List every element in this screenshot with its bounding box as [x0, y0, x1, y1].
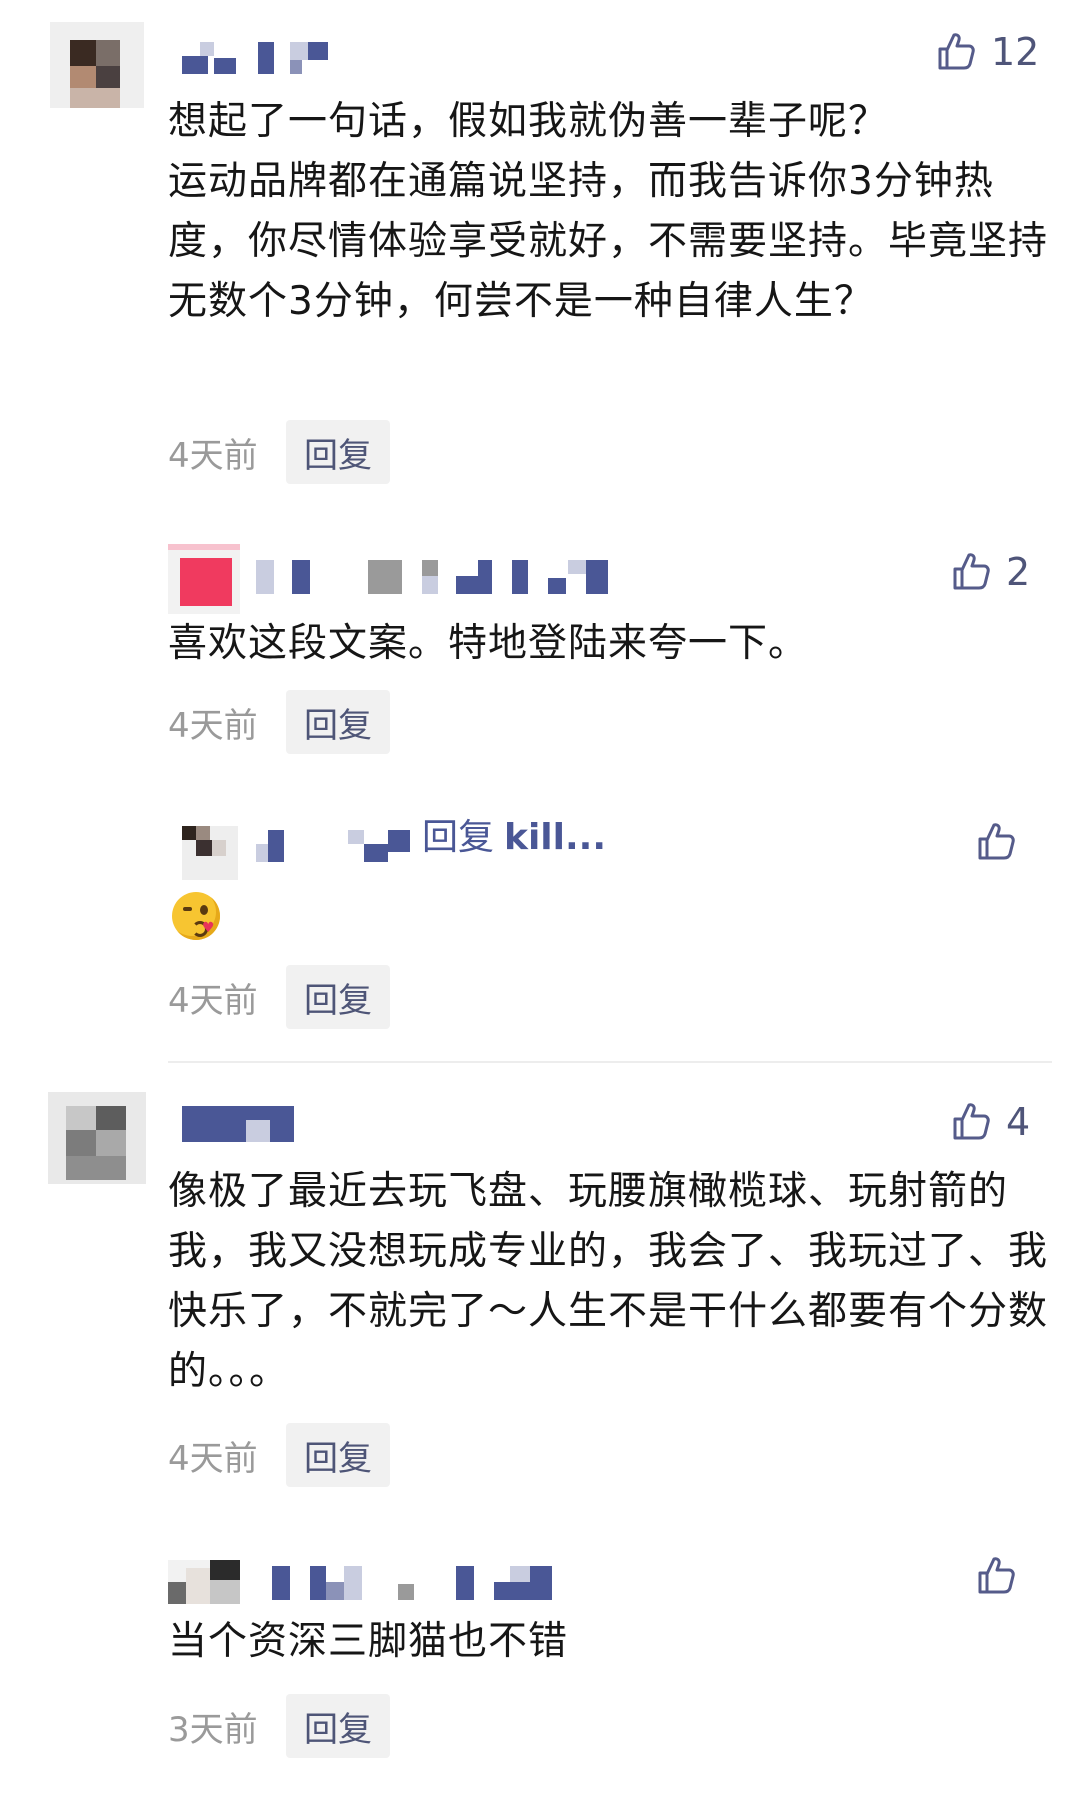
like-button[interactable] [975, 1552, 1017, 1600]
nickname-blurred[interactable] [182, 42, 332, 78]
comment-meta: 4天前 回复 [168, 420, 390, 484]
like-count: 12 [991, 30, 1040, 74]
avatar[interactable] [168, 1560, 240, 1604]
like-count: 4 [1006, 1100, 1031, 1144]
reply-button[interactable]: 回复 [286, 420, 390, 484]
divider [168, 1061, 1052, 1063]
reply-button[interactable]: 回复 [286, 1694, 390, 1758]
reply-button[interactable]: 回复 [286, 1423, 390, 1487]
comment-meta: 3天前 回复 [168, 1694, 390, 1758]
like-button[interactable]: 4 [950, 1098, 1030, 1146]
comment-time: 4天前 [168, 705, 258, 746]
like-button[interactable]: 12 [935, 28, 1039, 76]
like-count: 2 [1006, 550, 1031, 594]
reply-to-label: 回复 [422, 817, 495, 858]
nickname-blurred[interactable] [272, 1566, 572, 1602]
comment-text: 当个资深三脚猫也不错 [168, 1619, 569, 1664]
comment-item: 12 想起了一句话，假如我就伪善一辈子呢？ 运动品牌都在通篇说坚持，而我告诉你3… [0, 0, 1080, 484]
reply-button[interactable]: 回复 [286, 965, 390, 1029]
avatar[interactable] [182, 826, 238, 880]
comment-meta: 4天前 回复 [168, 1423, 390, 1487]
comment-text: 喜欢这段文案。特地登陆来夸一下。 [168, 621, 809, 666]
nickname-blurred[interactable] [256, 830, 426, 866]
kissing-face-emoji: ♥ [172, 892, 220, 940]
comment-time: 3天前 [168, 1709, 258, 1750]
comment-time: 4天前 [168, 980, 258, 1021]
like-button[interactable]: 2 [950, 548, 1030, 596]
comment-time: 4天前 [168, 435, 258, 476]
nickname-blurred[interactable] [182, 1106, 294, 1142]
thumbs-up-icon [950, 1101, 992, 1143]
comment-meta: 4天前 回复 [168, 965, 390, 1029]
avatar[interactable] [50, 22, 144, 108]
reply-to-indicator[interactable]: 回复 kill... [422, 816, 606, 860]
thumbs-up-icon [935, 31, 977, 73]
like-button[interactable] [975, 818, 1017, 866]
comment-text: 想起了一句话，假如我就伪善一辈子呢？ 运动品牌都在通篇说坚持，而我告诉你3分钟热… [168, 99, 1049, 324]
avatar[interactable] [168, 544, 240, 614]
reply-button[interactable]: 回复 [286, 690, 390, 754]
thumbs-up-icon [975, 1555, 1017, 1597]
comment-time: 4天前 [168, 1438, 258, 1479]
thumbs-up-icon [950, 551, 992, 593]
thumbs-up-icon [975, 821, 1017, 863]
reply-to-target[interactable]: kill... [504, 817, 606, 858]
avatar[interactable] [48, 1092, 146, 1184]
comment-text: 像极了最近去玩飞盘、玩腰旗橄榄球、玩射箭的我，我又没想玩成专业的，我会了、我玩过… [168, 1169, 1049, 1394]
comment-meta: 4天前 回复 [168, 690, 390, 754]
nickname-blurred[interactable] [256, 560, 626, 596]
